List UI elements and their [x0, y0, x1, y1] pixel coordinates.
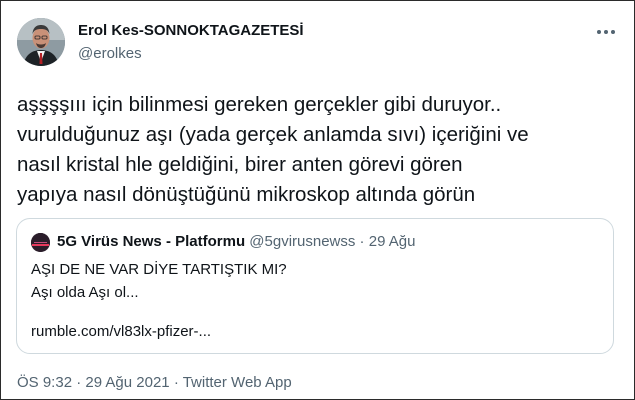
tweet-date[interactable]: 29 Ağu 2021: [85, 374, 169, 391]
profile-photo-icon: [17, 18, 65, 66]
footer-separator-1: ·: [72, 374, 86, 391]
author-name[interactable]: Erol Kes-SONNOKTAGAZETESİ: [78, 22, 304, 39]
quoted-text-line-2: Aşı olda Aşı ol...: [31, 284, 139, 301]
tweet-text: aşşşşııı için bilinmesi gereken gerçekle…: [17, 93, 529, 206]
quoted-text-line-1: AŞI DE NE VAR DİYE TARTIŞTIK MI?: [31, 261, 287, 278]
quoted-tweet[interactable]: 5G Virüs News - Platformu @5gvirusnewss …: [16, 218, 614, 354]
quoted-author-name: 5G Virüs News - Platformu: [57, 233, 246, 250]
quoted-avatar-icon: [31, 233, 50, 252]
author-handle[interactable]: @erolkes: [78, 45, 142, 62]
more-horizontal-icon[interactable]: [597, 28, 615, 36]
tweet-footer: ÖS 9:32 · 29 Ağu 2021 · Twitter Web App: [17, 374, 292, 391]
quoted-link[interactable]: rumble.com/vl83lx-pfizer-...: [31, 323, 211, 340]
quoted-date: 29 Ağu: [368, 233, 416, 250]
quoted-author-handle: @5gvirusnewss: [249, 233, 356, 250]
quoted-separator: ·: [355, 233, 369, 250]
footer-separator-2: ·: [169, 374, 183, 391]
author-avatar[interactable]: [17, 18, 65, 66]
tweet-time[interactable]: ÖS 9:32: [17, 374, 72, 391]
quoted-header: 5G Virüs News - Platformu @5gvirusnewss …: [57, 233, 415, 250]
tweet-source[interactable]: Twitter Web App: [183, 374, 292, 391]
quoted-author-avatar: [31, 233, 50, 252]
